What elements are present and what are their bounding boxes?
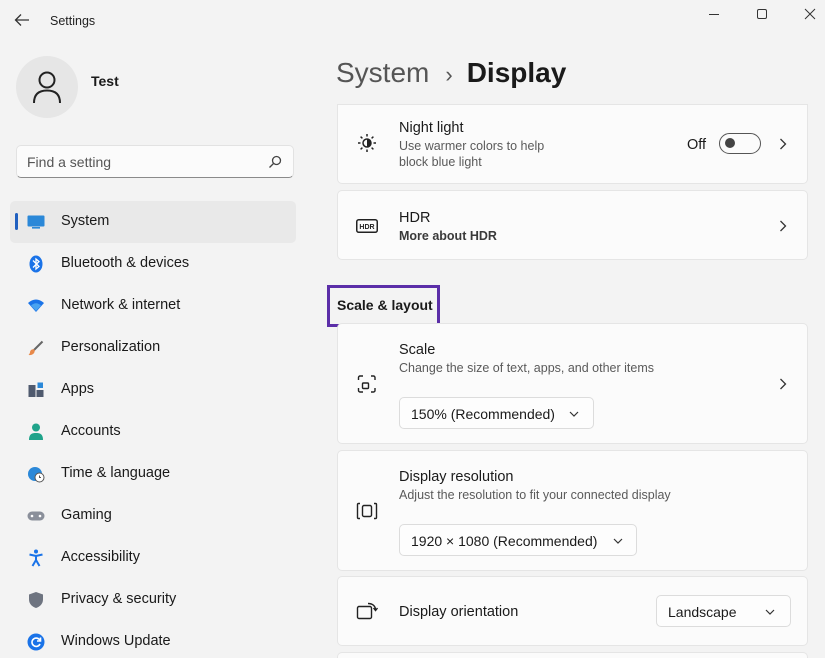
user-profile[interactable]: Test (16, 56, 316, 120)
chevron-right-icon[interactable] (777, 377, 789, 391)
breadcrumb-separator: › (445, 62, 453, 87)
system-icon (27, 213, 45, 231)
active-indicator (15, 213, 18, 230)
resolution-dropdown-value: 1920 × 1080 (Recommended) (411, 533, 598, 549)
hdr-link[interactable]: More about HDR (399, 229, 497, 243)
sidebar-item-accounts[interactable]: Accounts (10, 411, 296, 453)
sidebar-item-label: System (61, 213, 110, 229)
sidebar-nav: System Bluetooth & devices Network & int… (10, 201, 296, 658)
next-card-edge (337, 652, 808, 658)
user-name: Test (91, 73, 119, 89)
sidebar-item-privacy[interactable]: Privacy & security (10, 579, 296, 621)
chevron-down-icon (612, 535, 624, 547)
sidebar-item-label: Time & language (61, 465, 171, 481)
sidebar-item-time-language[interactable]: Time & language (10, 453, 296, 495)
person-avatar-icon (33, 71, 61, 104)
close-button[interactable] (786, 0, 825, 28)
maximize-button[interactable] (738, 0, 786, 28)
svg-text:HDR: HDR (359, 224, 374, 231)
wifi-icon (27, 297, 45, 315)
sidebar-item-label: Personalization (61, 339, 161, 355)
app-title: Settings (50, 14, 96, 28)
orientation-dropdown[interactable]: Landscape (656, 595, 791, 627)
scale-dropdown-value: 150% (Recommended) (411, 406, 555, 422)
resolution-description: Adjust the resolution to fit your connec… (399, 488, 671, 502)
sidebar-item-label: Accessibility (61, 549, 140, 565)
maximize-icon (757, 9, 767, 19)
apps-icon (27, 381, 45, 399)
resolution-icon (356, 500, 378, 522)
close-icon (804, 8, 816, 20)
sidebar-item-windows-update[interactable]: Windows Update (10, 621, 296, 658)
night-light-description: Use warmer colors to help (399, 139, 545, 153)
night-light-description: block blue light (399, 155, 482, 169)
chevron-down-icon (568, 408, 580, 420)
hdr-card[interactable]: HDR HDR More about HDR (337, 190, 808, 260)
sidebar-item-personalization[interactable]: Personalization (10, 327, 296, 369)
accessibility-icon (27, 549, 45, 567)
toggle-state-label: Off (687, 137, 707, 153)
sidebar-item-label: Network & internet (61, 297, 181, 313)
night-light-title: Night light (399, 120, 464, 136)
scale-icon (356, 373, 378, 395)
avatar (16, 56, 78, 118)
sidebar-item-system[interactable]: System (10, 201, 296, 243)
chevron-right-icon[interactable] (777, 219, 789, 233)
sidebar-item-apps[interactable]: Apps (10, 369, 296, 411)
title-bar: Settings (0, 0, 825, 40)
update-icon (27, 633, 45, 651)
resolution-title: Display resolution (399, 469, 514, 485)
person-icon (27, 423, 45, 441)
bluetooth-icon (27, 255, 45, 273)
minimize-icon (709, 14, 719, 15)
back-arrow-icon (14, 14, 29, 26)
sidebar-item-label: Bluetooth & devices (61, 255, 190, 271)
sidebar-item-bluetooth[interactable]: Bluetooth & devices (10, 243, 296, 285)
scale-title: Scale (399, 342, 436, 358)
scale-card[interactable]: Scale Change the size of text, apps, and… (337, 323, 808, 444)
search-input[interactable]: Find a setting (16, 145, 294, 178)
back-button[interactable] (10, 8, 34, 32)
toggle-knob (725, 138, 735, 148)
sidebar-item-accessibility[interactable]: Accessibility (10, 537, 296, 579)
sidebar-item-label: Gaming (61, 507, 112, 523)
search-icon[interactable] (267, 154, 283, 170)
minimize-button[interactable] (690, 0, 738, 28)
chevron-down-icon (764, 606, 776, 618)
sidebar-item-label: Privacy & security (61, 591, 177, 607)
breadcrumb-parent[interactable]: System (336, 57, 429, 89)
brightness-icon (356, 132, 378, 154)
orientation-dropdown-value: Landscape (668, 604, 737, 620)
scale-dropdown[interactable]: 150% (Recommended) (399, 397, 594, 429)
breadcrumb: System › Display (336, 57, 566, 97)
sidebar-item-gaming[interactable]: Gaming (10, 495, 296, 537)
hdr-icon: HDR (356, 215, 378, 237)
orientation-card[interactable]: Display orientation Landscape (337, 576, 808, 646)
brush-icon (27, 339, 45, 357)
orientation-title: Display orientation (399, 604, 519, 620)
scale-description: Change the size of text, apps, and other… (399, 361, 655, 375)
hdr-title: HDR (399, 210, 431, 226)
gamepad-icon (27, 507, 45, 525)
sidebar-item-label: Windows Update (61, 633, 171, 649)
highlight-box (327, 285, 440, 327)
shield-icon (27, 591, 45, 609)
resolution-card[interactable]: Display resolution Adjust the resolution… (337, 450, 808, 571)
globe-clock-icon (27, 465, 45, 483)
night-light-toggle[interactable] (719, 133, 761, 154)
page-title: Display (466, 57, 567, 88)
sidebar-item-label: Accounts (61, 423, 121, 439)
sidebar-item-network[interactable]: Network & internet (10, 285, 296, 327)
search-placeholder: Find a setting (27, 154, 112, 170)
chevron-right-icon[interactable] (777, 137, 789, 151)
resolution-dropdown[interactable]: 1920 × 1080 (Recommended) (399, 524, 637, 556)
orientation-icon (356, 600, 378, 622)
sidebar-item-label: Apps (61, 381, 95, 397)
night-light-card[interactable]: Night light Use warmer colors to help bl… (337, 104, 808, 184)
